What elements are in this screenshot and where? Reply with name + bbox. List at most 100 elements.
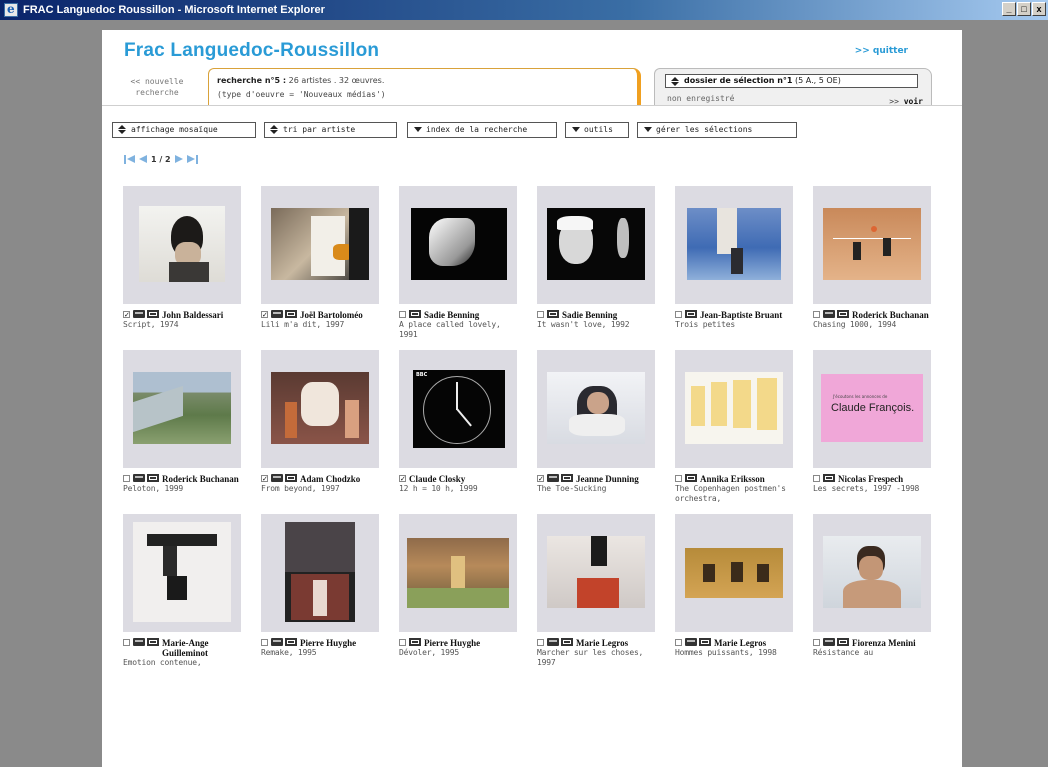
select-checkbox[interactable]: ✓ (537, 475, 544, 483)
work-title[interactable]: 12 h = 10 h, 1999 (399, 484, 519, 494)
thumbnail-frame[interactable] (675, 186, 793, 304)
thumbnail-frame[interactable] (123, 186, 241, 304)
artwork-thumbnail[interactable] (271, 372, 369, 444)
artist-name[interactable]: Marie Legros (576, 638, 628, 648)
artwork-card[interactable]: BBC ✓ Claude Closky 12 h = 10 h, 1999 (399, 350, 519, 520)
work-title[interactable]: Remake, 1995 (261, 648, 381, 658)
thumbnail-frame[interactable] (675, 514, 793, 632)
thumbnail-frame[interactable] (813, 514, 931, 632)
select-checkbox[interactable] (813, 475, 820, 482)
artwork-thumbnail[interactable]: BBC (413, 370, 505, 448)
close-button[interactable]: x (1032, 2, 1046, 16)
sort-select[interactable]: tri par artiste (264, 122, 397, 138)
artwork-thumbnail[interactable] (547, 372, 645, 444)
select-checkbox[interactable] (813, 311, 820, 318)
artwork-thumbnail[interactable] (133, 522, 231, 622)
artwork-card[interactable]: Annika Eriksson The Copenhagen postmen's … (675, 350, 795, 520)
artist-name[interactable]: Roderick Buchanan (852, 310, 929, 320)
display-mode-select[interactable]: affichage mosaïque (112, 122, 256, 138)
select-checkbox[interactable] (675, 639, 682, 646)
artwork-card[interactable]: Sadie Benning It wasn't love, 1992 (537, 186, 657, 356)
artwork-thumbnail[interactable] (823, 536, 921, 608)
work-title[interactable]: Lili m'a dit, 1997 (261, 320, 381, 330)
artwork-card[interactable]: Sadie Benning A place called lovely, 1991 (399, 186, 519, 356)
thumbnail-frame[interactable] (261, 350, 379, 468)
artwork-card[interactable]: Pierre Huyghe Remake, 1995 (261, 514, 381, 684)
work-title[interactable]: It wasn't love, 1992 (537, 320, 657, 330)
select-checkbox[interactable]: ✓ (399, 475, 406, 483)
thumbnail-frame[interactable] (123, 514, 241, 632)
artwork-thumbnail[interactable]: J'écoutons les annonces de Claude Françoi… (821, 374, 923, 442)
artist-name[interactable]: Joël Bartoloméo (300, 310, 363, 320)
artist-name[interactable]: Pierre Huyghe (300, 638, 356, 648)
artist-name[interactable]: Pierre Huyghe (424, 638, 480, 648)
work-title[interactable]: The Toe-Sucking (537, 484, 657, 494)
artwork-card[interactable]: Roderick Buchanan Peloton, 1999 (123, 350, 243, 520)
quit-link[interactable]: >> quitter (855, 46, 908, 56)
work-title[interactable]: Script, 1974 (123, 320, 243, 330)
artwork-card[interactable]: ✓ John Baldessari Script, 1974 (123, 186, 243, 356)
select-checkbox[interactable] (399, 311, 406, 318)
artwork-card[interactable]: ✓ Adam Chodzko From beyond, 1997 (261, 350, 381, 520)
artwork-thumbnail[interactable] (133, 372, 231, 444)
thumbnail-frame[interactable] (399, 514, 517, 632)
select-checkbox[interactable] (399, 639, 406, 646)
search-tab[interactable]: recherche n°5 : 26 artistes . 32 œuvres.… (208, 68, 641, 105)
selection-tab[interactable]: dossier de sélection n°1 (5 A., 5 OE) no… (654, 68, 932, 106)
artwork-card[interactable]: ✓ Jeanne Dunning The Toe-Sucking (537, 350, 657, 520)
work-title[interactable]: Hommes puissants, 1998 (675, 648, 795, 658)
thumbnail-frame[interactable] (537, 514, 655, 632)
thumbnail-frame[interactable] (813, 186, 931, 304)
artist-name[interactable]: Marie Legros (714, 638, 766, 648)
work-title[interactable]: Emotion contenue, (123, 658, 243, 668)
thumbnail-frame[interactable] (261, 186, 379, 304)
select-checkbox[interactable]: ✓ (123, 311, 130, 319)
thumbnail-frame[interactable] (399, 186, 517, 304)
artwork-thumbnail[interactable] (687, 208, 781, 280)
thumbnail-frame[interactable]: J'écoutons les annonces de Claude Françoi… (813, 350, 931, 468)
thumbnail-frame[interactable] (675, 350, 793, 468)
thumbnail-frame[interactable]: BBC (399, 350, 517, 468)
artwork-card[interactable]: Fiorenza Menini Résistance au (813, 514, 933, 684)
last-page-icon[interactable] (186, 154, 198, 165)
tools-select[interactable]: outils (565, 122, 629, 138)
first-page-icon[interactable] (124, 154, 135, 165)
artwork-thumbnail[interactable] (547, 208, 645, 280)
artist-name[interactable]: Sadie Benning (562, 310, 617, 320)
artwork-thumbnail[interactable] (685, 548, 783, 598)
artwork-thumbnail[interactable] (823, 208, 921, 280)
artist-name[interactable]: Jeanne Dunning (576, 474, 639, 484)
work-title[interactable]: Dévoler, 1995 (399, 648, 519, 658)
manage-selections-select[interactable]: gérer les sélections (637, 122, 797, 138)
select-checkbox[interactable] (123, 475, 130, 482)
previous-page-icon[interactable] (136, 154, 147, 165)
artwork-thumbnail[interactable] (285, 522, 355, 622)
artwork-thumbnail[interactable] (271, 208, 369, 280)
next-page-icon[interactable] (174, 154, 186, 165)
new-search-link[interactable]: << nouvelle recherche (122, 76, 192, 98)
thumbnail-frame[interactable] (537, 350, 655, 468)
thumbnail-frame[interactable] (537, 186, 655, 304)
select-checkbox[interactable] (537, 639, 544, 646)
artwork-thumbnail[interactable] (139, 206, 225, 282)
select-checkbox[interactable] (813, 639, 820, 646)
select-checkbox[interactable] (123, 639, 130, 646)
artwork-card[interactable]: Jean-Baptiste Bruant Trois petites (675, 186, 795, 356)
artist-name[interactable]: Marie-Ange Guilleminot (162, 638, 243, 658)
artwork-card[interactable]: Pierre Huyghe Dévoler, 1995 (399, 514, 519, 684)
artwork-card[interactable]: Marie Legros Marcher sur les choses, 1997 (537, 514, 657, 684)
thumbnail-frame[interactable] (123, 350, 241, 468)
artist-name[interactable]: Annika Eriksson (700, 474, 765, 484)
work-title[interactable]: Chasing 1000, 1994 (813, 320, 933, 330)
select-checkbox[interactable] (675, 311, 682, 318)
selection-dropdown[interactable]: dossier de sélection n°1 (5 A., 5 OE) (665, 74, 918, 88)
select-checkbox[interactable]: ✓ (261, 311, 268, 319)
artist-name[interactable]: Roderick Buchanan (162, 474, 239, 484)
select-checkbox[interactable] (675, 475, 682, 482)
artwork-thumbnail[interactable] (407, 538, 509, 608)
artwork-card[interactable]: ✓ Joël Bartoloméo Lili m'a dit, 1997 (261, 186, 381, 356)
index-select[interactable]: index de la recherche (407, 122, 557, 138)
work-title[interactable]: A place called lovely, 1991 (399, 320, 519, 340)
work-title[interactable]: Trois petites (675, 320, 795, 330)
maximize-button[interactable]: □ (1017, 2, 1031, 16)
